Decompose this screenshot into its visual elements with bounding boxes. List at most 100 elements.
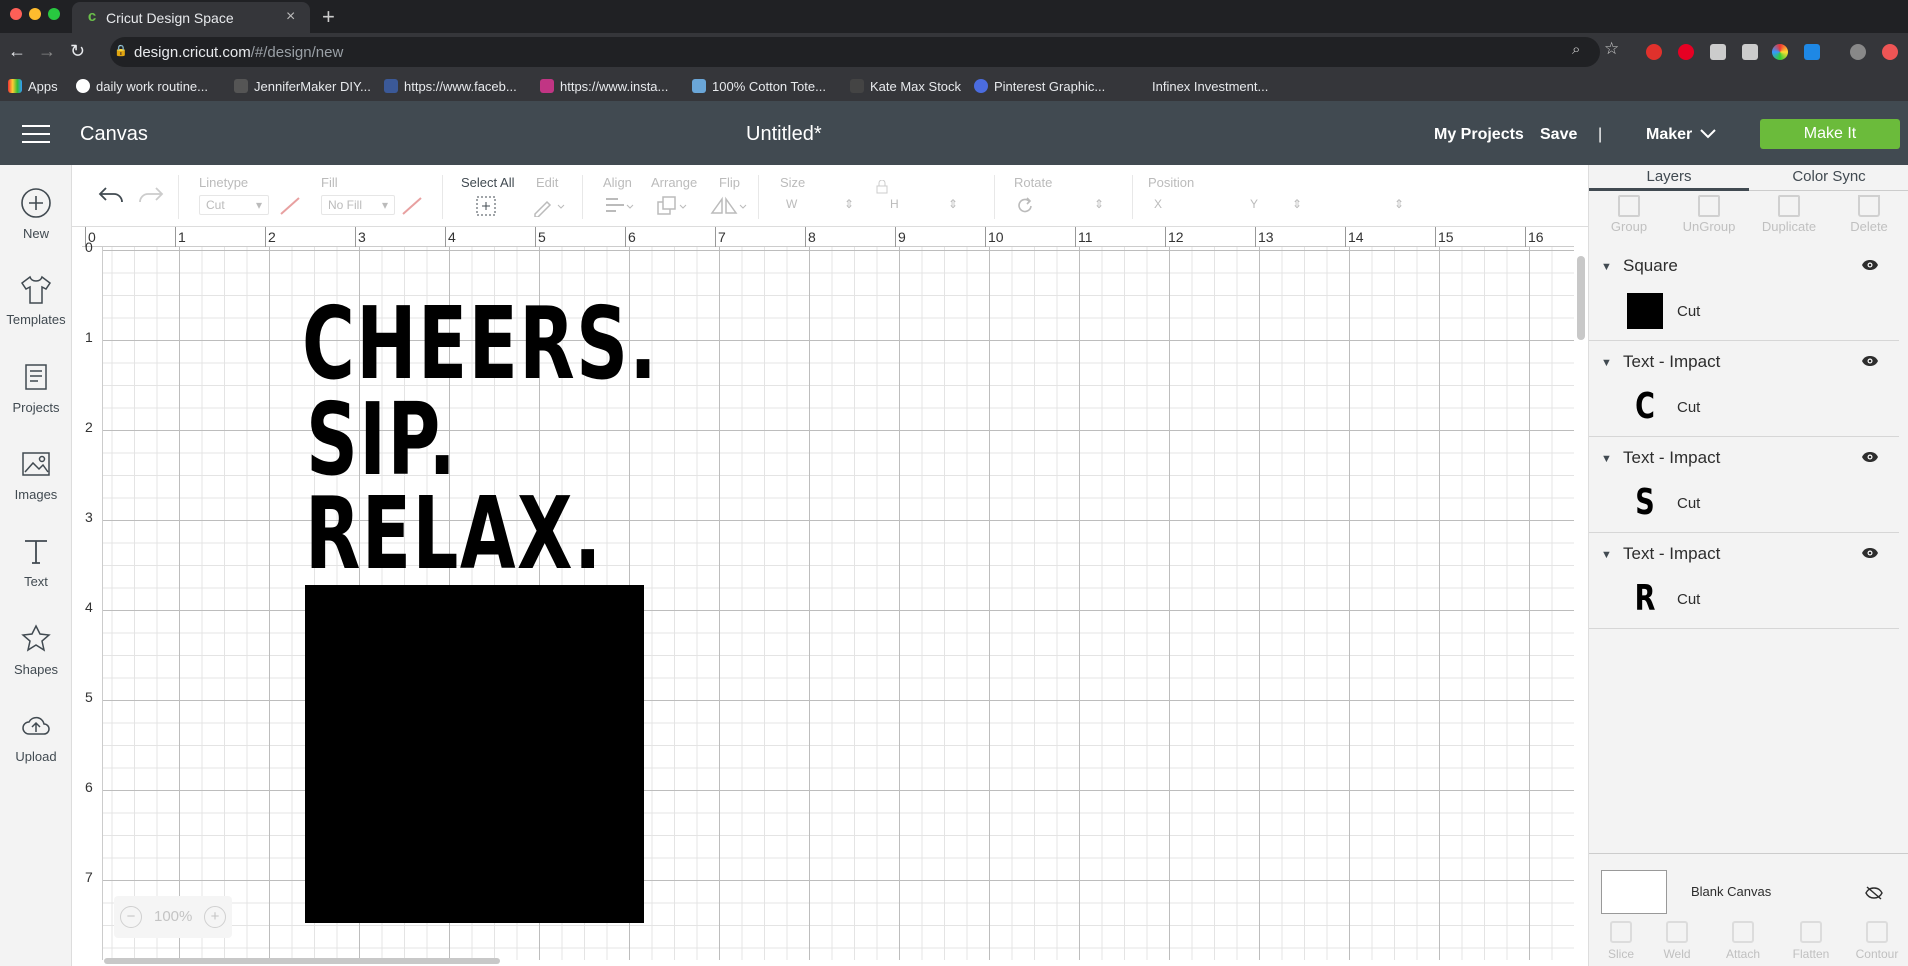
horizontal-scrollbar[interactable] [104,958,500,964]
eye-icon[interactable] [1861,451,1879,463]
zoom-icon[interactable]: ⌕ [1572,41,1580,58]
fill-select[interactable]: No Fill ▾ [321,195,395,215]
nav-projects[interactable]: Projects [0,361,72,415]
new-tab-button[interactable]: + [322,4,335,30]
zoom-out-button[interactable]: − [120,906,142,928]
delete-button[interactable]: Delete [1829,195,1908,234]
tab-layers[interactable]: Layers [1589,168,1749,191]
y-input[interactable]: Y ⇕ [1244,195,1404,215]
group-button[interactable]: Group [1589,195,1669,234]
nav-shapes[interactable]: Shapes [0,623,72,677]
attach-button[interactable]: Attach [1711,921,1775,961]
close-window-icon[interactable] [10,8,22,20]
cricut-favicon-icon: c [87,8,97,25]
bookmark-item[interactable]: https://www.faceb... [384,79,517,94]
layer-item[interactable]: ▼ Text - Impact R Cut [1589,533,1899,629]
rotate-input[interactable]: ⇕ [1040,195,1110,215]
linetype-color-icon[interactable] [278,195,302,217]
browser-tab[interactable]: c Cricut Design Space × [72,2,310,33]
extension-icon[interactable] [1882,44,1898,60]
fill-color-icon[interactable] [400,195,424,217]
lock-ratio-icon[interactable] [876,180,888,194]
blank-canvas-row[interactable]: Blank Canvas [1589,853,1908,914]
height-input[interactable]: H ⇕ [884,195,964,215]
blank-canvas-thumbnail [1601,870,1667,914]
arrange-icon[interactable] [656,195,690,217]
layer-operation[interactable]: Cut [1677,303,1700,320]
flip-icon[interactable] [708,195,748,217]
make-it-button[interactable]: Make It [1760,119,1900,149]
zoom-in-button[interactable]: + [204,906,226,928]
close-tab-icon[interactable]: × [286,8,295,26]
extension-icon[interactable] [1646,44,1662,60]
pinterest-extension-icon[interactable] [1678,44,1694,60]
nav-text-label: Text [24,574,48,589]
contour-button[interactable]: Contour [1845,921,1908,961]
nav-upload[interactable]: Upload [0,710,72,764]
eye-icon[interactable] [1861,547,1879,559]
profile-avatar[interactable] [1850,44,1866,60]
maximize-window-icon[interactable] [48,8,60,20]
layer-operation[interactable]: Cut [1677,495,1700,512]
layer-item[interactable]: ▼ Text - Impact S Cut [1589,437,1899,533]
rotate-icon[interactable] [1014,195,1036,217]
extension-icon[interactable] [1804,44,1820,60]
ungroup-button[interactable]: UnGroup [1669,195,1749,234]
linetype-select[interactable]: Cut ▾ [199,195,269,215]
slice-button[interactable]: Slice [1589,921,1653,961]
bookmark-item[interactable]: JenniferMaker DIY... [234,79,371,94]
bookmark-item[interactable]: Infinex Investment... [1152,79,1268,94]
dropbox-extension-icon[interactable] [1710,44,1726,60]
collapse-caret-icon[interactable]: ▼ [1601,453,1612,465]
bookmark-item[interactable]: Kate Max Stock [850,79,961,94]
bookmark-item[interactable]: daily work routine... [76,79,208,94]
edit-icon[interactable] [532,195,568,217]
square-shape[interactable] [305,585,644,923]
vertical-scrollbar[interactable] [1577,256,1585,340]
nav-new[interactable]: New [0,187,72,241]
bookmark-item[interactable]: 100% Cotton Tote... [692,79,826,94]
bookmark-apps[interactable]: Apps [8,79,58,94]
eye-icon[interactable] [1861,259,1879,271]
layer-item[interactable]: ▼ Square Cut [1589,245,1899,341]
url-input[interactable]: 🔒 design.cricut.com/#/design/new [110,37,1600,67]
bookmark-item[interactable]: https://www.insta... [540,79,668,94]
eye-icon[interactable] [1861,355,1879,367]
lock-icon: 🔒 [114,45,128,57]
machine-select[interactable]: Maker [1646,126,1692,144]
select-all-icon[interactable] [475,195,497,217]
nav-text[interactable]: Text [0,535,72,589]
layer-operation[interactable]: Cut [1677,399,1700,416]
layer-item[interactable]: ▼ Text - Impact C Cut [1589,341,1899,437]
bookmark-star-icon[interactable]: ☆ [1604,39,1619,59]
color-extension-icon[interactable] [1772,44,1788,60]
collapse-caret-icon[interactable]: ▼ [1601,261,1612,273]
collapse-caret-icon[interactable]: ▼ [1601,549,1612,561]
collapse-caret-icon[interactable]: ▼ [1601,357,1612,369]
text-relax[interactable]: RELAX. [305,484,603,584]
width-input[interactable]: W ⇕ [780,195,860,215]
weld-button[interactable]: Weld [1645,921,1709,961]
checkbox-extension-icon[interactable] [1742,44,1758,60]
save-button[interactable]: Save [1540,126,1577,144]
hamburger-menu-icon[interactable] [22,125,50,143]
document-title[interactable]: Untitled* [746,123,822,146]
eye-hidden-icon[interactable] [1865,886,1883,900]
layer-operation[interactable]: Cut [1677,591,1700,608]
bookmark-item[interactable]: Pinterest Graphic... [974,79,1105,94]
duplicate-button[interactable]: Duplicate [1749,195,1829,234]
text-cheers[interactable]: CHEERS. [302,294,658,394]
nav-images[interactable]: Images [0,448,72,502]
back-icon[interactable]: ← [8,41,26,62]
reload-icon[interactable]: ↻ [70,41,85,62]
chevron-down-icon[interactable] [1700,129,1716,139]
align-icon[interactable] [603,195,637,217]
my-projects-button[interactable]: My Projects [1434,126,1524,144]
forward-icon[interactable]: → [38,41,56,62]
flatten-button[interactable]: Flatten [1779,921,1843,961]
tab-color-sync[interactable]: Color Sync [1749,168,1908,185]
nav-templates[interactable]: Templates [0,273,72,327]
redo-icon[interactable] [138,185,164,205]
minimize-window-icon[interactable] [29,8,41,20]
undo-icon[interactable] [98,185,124,205]
